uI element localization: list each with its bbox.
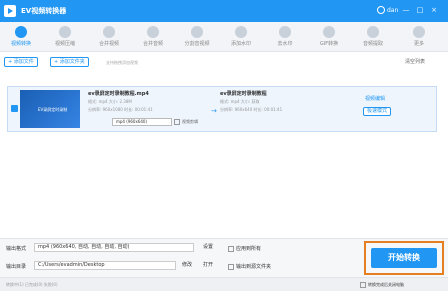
output-meta-2: 分辨率: 960x640 时长: 00:01:41: [220, 107, 283, 112]
output-meta-1: 格式: mp4 大小: 获取: [220, 99, 260, 104]
remove-watermark-icon: [279, 26, 291, 38]
video-thumbnail[interactable]: EV录屏定时录制: [20, 90, 80, 128]
title-bar: EV视频转换器 dan — □ ×: [0, 0, 448, 22]
output-source-label: 输出到源文件夹: [236, 264, 272, 270]
clip-checkbox[interactable]: [174, 119, 180, 125]
output-dir-field[interactable]: C:/Users/evadmin/Desktop: [34, 261, 176, 270]
actions-bar: + 添加文件 + 添加文件夹 支持拖拽添加视频 清空列表: [0, 55, 448, 69]
start-convert-button[interactable]: 开始转换: [371, 248, 437, 268]
apply-all-option[interactable]: 应用到所有: [228, 245, 261, 252]
tool-audio-extract[interactable]: 音频提取: [354, 22, 392, 52]
output-dir-label: 输出目录: [6, 264, 27, 270]
tool-merge-audio[interactable]: 合并音频: [134, 22, 172, 52]
audio-extract-icon: [367, 26, 379, 38]
convert-icon: [15, 26, 27, 38]
gif-icon: [323, 26, 335, 38]
file-checkbox[interactable]: [11, 105, 18, 112]
source-meta-1: 格式: mp4 大小: 2.38M: [88, 99, 132, 104]
app-title: EV视频转换器: [21, 7, 67, 15]
user-name: dan: [387, 6, 399, 14]
tool-remove-watermark[interactable]: 去水印: [266, 22, 304, 52]
shutdown-option[interactable]: 转换完成后关闭电脑: [360, 282, 404, 288]
output-file-name[interactable]: ev录屏定时录制教程: [220, 90, 267, 97]
tool-gif[interactable]: GIF转换: [310, 22, 348, 52]
clip-label: 视频剪辑: [182, 119, 198, 124]
output-format-field[interactable]: mp4 (960x640, 自动, 自动, 自动, 自动): [34, 243, 194, 252]
tool-video-convert[interactable]: 视频转换: [2, 22, 40, 52]
fast-mode-button[interactable]: 极速模式: [363, 107, 392, 116]
tool-more[interactable]: 更多: [400, 22, 438, 52]
modify-button[interactable]: 修改: [182, 261, 192, 270]
tool-video-compress[interactable]: 视频压缩: [46, 22, 84, 52]
status-bar: 转换中(1) 已完成(0) 失败(0) 转换完成后关闭电脑: [0, 277, 448, 291]
compress-icon: [59, 26, 71, 38]
thumbnail-caption: EV录屏定时录制: [38, 107, 68, 112]
source-clip-check[interactable]: 视频剪辑: [174, 119, 198, 125]
source-meta-2: 分辨率: 960x1080 时长: 00:01:41: [88, 107, 153, 112]
format-select[interactable]: mp4 (960x640): [112, 118, 172, 126]
more-icon: [413, 26, 425, 38]
tool-merge-video[interactable]: 合并视频: [90, 22, 128, 52]
tool-split[interactable]: 分割音视频: [178, 22, 216, 52]
maximize-button[interactable]: □: [416, 5, 424, 15]
output-source-checkbox[interactable]: [228, 263, 234, 270]
main-toolbar: 视频转换 视频压缩 合并视频 合并音频 分割音视频 添加水印 去水印 GIF转换…: [0, 22, 448, 52]
apply-all-checkbox[interactable]: [228, 245, 234, 252]
drag-hint: 支持拖拽添加视频: [106, 60, 138, 65]
user-account[interactable]: dan: [377, 6, 398, 14]
add-folder-button[interactable]: + 添加文件夹: [50, 57, 89, 67]
shutdown-checkbox[interactable]: [360, 282, 366, 288]
shutdown-label: 转换完成后关闭电脑: [368, 282, 404, 287]
start-highlight-frame: 开始转换: [364, 241, 444, 275]
settings-button[interactable]: 设置: [203, 243, 213, 252]
clear-list-button[interactable]: 清空列表: [405, 58, 425, 65]
add-file-button[interactable]: + 添加文件: [4, 57, 38, 67]
arrow-right-icon: →: [211, 107, 217, 115]
status-counts: 转换中(1) 已完成(0) 失败(0): [6, 282, 58, 287]
output-source-option[interactable]: 输出到源文件夹: [228, 263, 271, 270]
user-icon: [377, 6, 385, 14]
watermark-icon: [235, 26, 247, 38]
apply-all-label: 应用到所有: [236, 246, 262, 252]
split-icon: [191, 26, 203, 38]
source-file-name: ev录屏定时录制教程.mp4: [88, 91, 149, 97]
tool-add-watermark[interactable]: 添加水印: [222, 22, 260, 52]
app-logo-icon: [4, 5, 16, 17]
merge-video-icon: [103, 26, 115, 38]
minimize-button[interactable]: —: [402, 5, 410, 15]
output-format-label: 输出格式: [6, 246, 27, 252]
file-row[interactable]: EV录屏定时录制 ev录屏定时录制教程.mp4 格式: mp4 大小: 2.38…: [7, 86, 437, 132]
window-controls: — □ ×: [402, 5, 438, 15]
close-button[interactable]: ×: [430, 5, 438, 15]
video-edit-link[interactable]: 视频编辑: [365, 95, 385, 102]
open-button[interactable]: 打开: [203, 261, 213, 270]
merge-audio-icon: [147, 26, 159, 38]
